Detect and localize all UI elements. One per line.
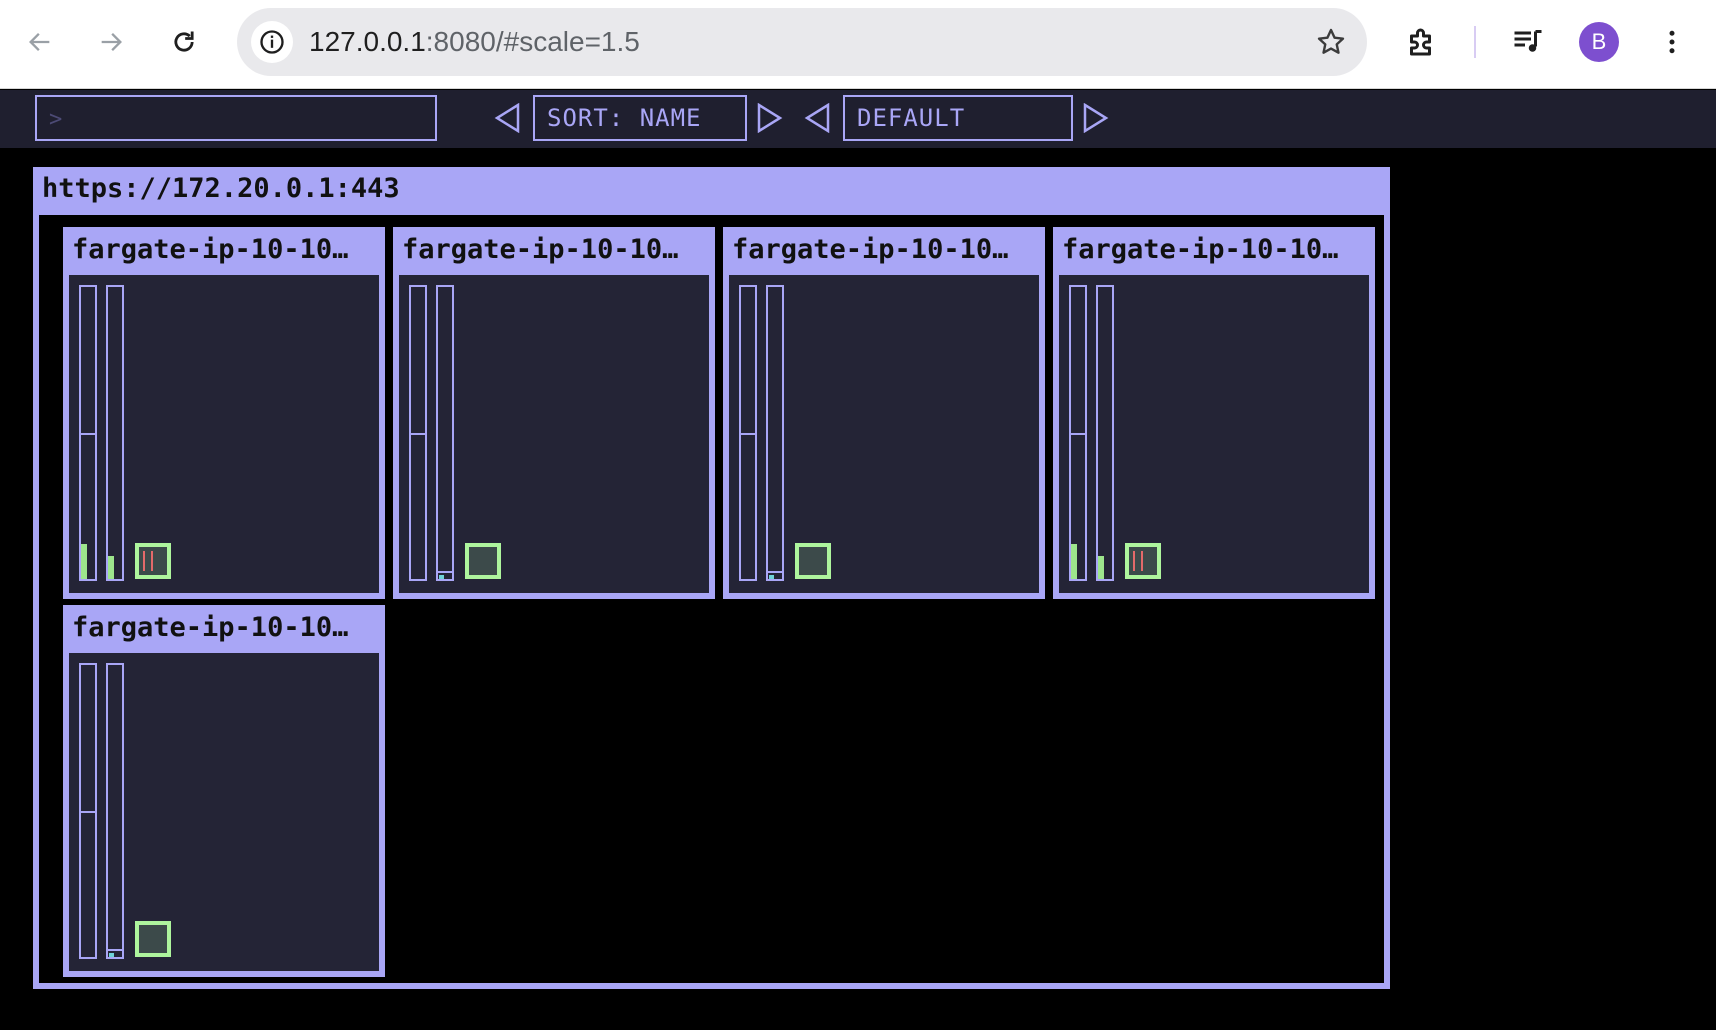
filter-input[interactable]: > [35, 95, 437, 141]
node-card[interactable]: fargate-ip-10-10… [63, 227, 385, 599]
cpu-bar [1069, 285, 1087, 581]
usage-fill [1098, 556, 1104, 579]
node-name: fargate-ip-10-10… [732, 234, 1009, 265]
sort-prev-icon[interactable] [494, 103, 520, 133]
node-body [69, 653, 379, 971]
toolbar-divider [1474, 26, 1476, 58]
node-name: fargate-ip-10-10… [402, 234, 679, 265]
node-name: fargate-ip-10-10… [72, 612, 349, 643]
node-body [1059, 275, 1369, 593]
cluster-body: fargate-ip-10-10… fargate-ip-10-10… farg… [39, 215, 1384, 983]
url-host: 127.0.0.1 [309, 26, 426, 57]
node-card[interactable]: fargate-ip-10-10… [723, 227, 1045, 599]
media-icon[interactable] [1506, 20, 1550, 64]
app-toolbar: > SORT: NAME DEFAULT [0, 90, 1716, 148]
pod-error-marker [1133, 551, 1143, 571]
usage-fill [1071, 544, 1077, 579]
node-card[interactable]: fargate-ip-10-10… [393, 227, 715, 599]
memory-bar [106, 285, 124, 581]
url-path: :8080/#scale=1.5 [425, 26, 640, 57]
pod[interactable] [135, 921, 171, 957]
pod[interactable] [795, 543, 831, 579]
cpu-bar [79, 663, 97, 959]
usage-fill [81, 544, 87, 579]
node-body [399, 275, 709, 593]
cpu-bar [739, 285, 757, 581]
cluster-url: https://172.20.0.1:443 [42, 173, 400, 204]
filter-prompt: > [49, 107, 63, 132]
sort-selector[interactable]: SORT: NAME [533, 95, 747, 141]
info-icon[interactable] [251, 21, 293, 63]
address-bar[interactable]: 127.0.0.1:8080/#scale=1.5 [237, 8, 1367, 76]
extensions-icon[interactable] [1400, 20, 1444, 64]
forward-icon[interactable] [87, 18, 135, 66]
pod[interactable] [135, 543, 171, 579]
avatar[interactable]: B [1579, 22, 1619, 62]
usage-fill [108, 556, 114, 579]
group-next-icon[interactable] [1083, 103, 1109, 133]
pod[interactable] [1125, 543, 1161, 579]
memory-bar [106, 663, 124, 959]
group-selector[interactable]: DEFAULT [843, 95, 1073, 141]
sort-next-icon[interactable] [757, 103, 783, 133]
node-name: fargate-ip-10-10… [72, 234, 349, 265]
menu-icon[interactable] [1650, 20, 1694, 64]
back-icon[interactable] [16, 18, 64, 66]
cluster-panel: https://172.20.0.1:443 fargate-ip-10-10…… [33, 167, 1390, 989]
cpu-bar [409, 285, 427, 581]
cpu-bar [79, 285, 97, 581]
url-text[interactable]: 127.0.0.1:8080/#scale=1.5 [309, 8, 640, 76]
star-icon[interactable] [1311, 22, 1351, 62]
group-prev-icon[interactable] [804, 103, 830, 133]
pod-error-marker [143, 551, 153, 571]
node-card[interactable]: fargate-ip-10-10… [1053, 227, 1375, 599]
node-card[interactable]: fargate-ip-10-10… [63, 605, 385, 977]
pod[interactable] [465, 543, 501, 579]
memory-bar [436, 285, 454, 581]
browser-toolbar: 127.0.0.1:8080/#scale=1.5 B [0, 0, 1716, 89]
node-body [729, 275, 1039, 593]
memory-bar [1096, 285, 1114, 581]
memory-bar [766, 285, 784, 581]
node-body [69, 275, 379, 593]
node-name: fargate-ip-10-10… [1062, 234, 1339, 265]
reload-icon[interactable] [160, 18, 208, 66]
